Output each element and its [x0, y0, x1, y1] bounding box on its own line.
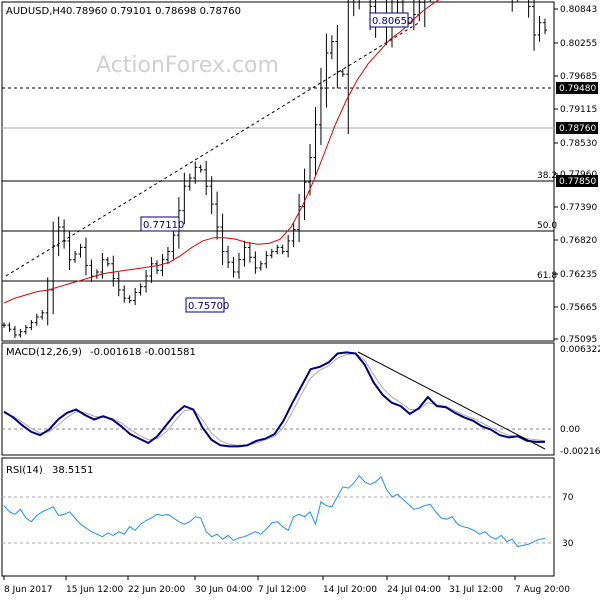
macd-panel — [1, 342, 555, 456]
macd-panel-title: MACD(12,26,9) — [6, 347, 82, 358]
macd-axis: 0.006322 0.00 -0.002164 — [560, 345, 600, 457]
time-axis-label: 22 Jun 20:00 — [128, 585, 185, 595]
time-axis-label: 24 Jul 04:00 — [387, 585, 441, 595]
current-price-tag-text: 0.78760 — [559, 124, 596, 134]
macd-panel-values: -0.001618 -0.001581 — [90, 347, 196, 358]
time-axis-label: 8 Jun 2017 — [4, 585, 52, 595]
price-axis-label: 0.78530 — [560, 139, 597, 149]
price-axis-label: 0.76820 — [560, 236, 597, 246]
rsi-panel-title: RSI(14) — [6, 465, 43, 476]
time-axis-label: 14 Jul 20:00 — [323, 585, 377, 595]
time-axis-label: 15 Jun 12:00 — [66, 585, 123, 595]
time-axis-label: 30 Jun 04:00 — [195, 585, 252, 595]
price-axis-label: 0.75665 — [560, 303, 597, 313]
rsi-panel-value: 38.5151 — [52, 465, 93, 476]
time-axis-label: 7 Aug 20:00 — [515, 585, 570, 595]
peak-price-label: 0.77110 — [143, 220, 184, 231]
low-price-label: 0.75700 — [188, 301, 229, 312]
resistance-price-tag-text: 0.79480 — [559, 84, 596, 94]
time-axis-label: 31 Jul 12:00 — [449, 585, 503, 595]
price-axis-label: 0.76235 — [560, 270, 597, 280]
macd-axis-label: 0.00 — [560, 425, 580, 435]
price-axis-label: 0.79115 — [560, 105, 597, 115]
fib-label-50: 50.0 — [537, 221, 557, 231]
rsi-axis: 70 30 — [562, 493, 574, 549]
high-price-label: 0.80650 — [372, 16, 413, 27]
fib-label-38: 38.2 — [537, 171, 557, 181]
price-panel-ohlc: 0.78960 0.79101 0.78698 0.78760 — [66, 6, 241, 17]
rsi-axis-label: 70 — [562, 493, 574, 503]
chart-container[interactable]: ActionForex.com AUDUSD,H4 0.78960 0.7910… — [0, 0, 600, 600]
price-panel-title: AUDUSD,H4 — [6, 6, 66, 17]
price-axis-label: 0.79685 — [560, 72, 597, 82]
fib-label-61: 61.8 — [537, 271, 557, 281]
watermark: ActionForex.com — [96, 53, 279, 78]
macd-axis-label: 0.006322 — [560, 345, 600, 355]
macd-axis-label: -0.002164 — [560, 447, 600, 457]
rsi-axis-label: 30 — [562, 539, 574, 549]
price-axis-label: 0.77390 — [560, 203, 597, 213]
price-axis-label: 0.80843 — [560, 5, 597, 15]
time-axis: 8 Jun 2017 15 Jun 12:00 22 Jun 20:00 30 Jun… — [3, 576, 570, 595]
time-axis-label: 7 Jul 12:00 — [258, 585, 307, 595]
chart-canvas: ActionForex.com AUDUSD,H4 0.78960 0.7910… — [1, 0, 600, 595]
fib-38-price-tag-text: 0.77850 — [559, 177, 596, 187]
price-axis-label: 0.75095 — [560, 335, 597, 345]
price-axis-label: 0.80255 — [560, 39, 597, 49]
